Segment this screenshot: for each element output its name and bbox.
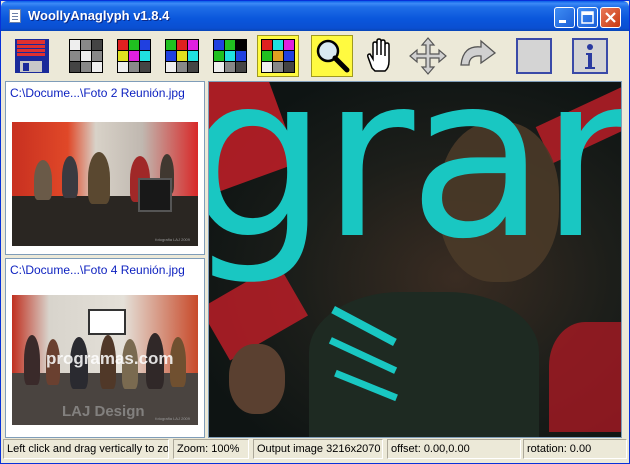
thumbnail-right-image[interactable]: C:\Docume...\Foto 4 Reunión.jpg programa… [5,258,205,438]
maximize-button[interactable] [577,7,598,28]
status-zoom: Zoom: 100% [173,439,249,459]
mode-color-3-button[interactable] [209,35,251,77]
offset-tool-button[interactable] [407,35,449,77]
mode-gray-button[interactable] [65,35,107,77]
status-rotation: rotation: 0.00 [523,439,627,459]
frame-button[interactable] [513,35,555,77]
about-button[interactable] [569,35,611,77]
thumbnail-watermark-design: LAJ Design [62,403,145,420]
toolbar [5,32,625,80]
thumbnail-right-caption: fotografia LAJ 2009 [155,416,190,421]
thumbnail-right-photo: programas.com LAJ Design fotografia LAJ … [12,295,198,425]
window-title: WoollyAnaglyph v1.8.4 [28,8,170,23]
app-window: WoollyAnaglyph v1.8.4 C:\Docume...\Foto … [0,0,630,464]
status-output-size: Output image 3216x2070 [253,439,383,459]
thumbnail-left-path: C:\Docume...\Foto 2 Reunión.jpg [10,86,185,100]
rotate-arrow-icon [460,39,497,66]
thumbnail-left-image[interactable]: C:\Docume...\Foto 2 Reunión.jpg fotograf… [5,81,205,255]
green-grid-icon [213,39,247,73]
thumbnail-right-path: C:\Docume...\Foto 4 Reunión.jpg [10,263,185,277]
rotate-tool-button[interactable] [455,35,497,77]
status-offset: offset: 0.00,0.00 [387,439,521,459]
status-bar: Left click and drag vertically to zoom Z… [3,439,627,461]
gray-grid-icon [69,39,103,73]
viewer-anaglyph-text: gran [209,81,621,289]
title-bar[interactable]: WoollyAnaglyph v1.8.4 [1,1,629,31]
thumbnail-left-caption: fotografia LAJ 2009 [155,237,190,242]
save-button[interactable] [11,35,53,77]
pan-tool-button[interactable] [359,35,401,77]
frame-icon [516,38,552,74]
thumbnail-watermark-site: programas.com [46,349,174,368]
mode-color-1-button[interactable] [113,35,155,77]
close-button[interactable] [600,7,621,28]
floppy-disk-icon [15,39,49,73]
maximize-icon [581,11,594,24]
magnifier-icon [316,39,350,73]
minimize-button[interactable] [554,7,575,28]
mode-color-4-button[interactable] [257,35,299,77]
anaglyph-viewer[interactable]: gran [208,81,622,438]
info-icon [572,38,608,74]
mode-color-2-button[interactable] [161,35,203,77]
status-hint: Left click and drag vertically to zoom [3,439,169,459]
move-arrows-icon [409,37,447,75]
color-grid-icon [165,39,199,73]
thumbnail-panel: C:\Docume...\Foto 2 Reunión.jpg fotograf… [5,81,205,438]
app-document-icon [9,9,21,23]
color-grid-icon [117,39,151,73]
close-icon [605,12,616,23]
zoom-tool-button[interactable] [311,35,353,77]
color-grid-icon [261,39,295,73]
minimize-icon [559,20,566,23]
thumbnail-left-photo: fotografia LAJ 2009 [12,122,198,246]
hand-icon [367,38,390,72]
